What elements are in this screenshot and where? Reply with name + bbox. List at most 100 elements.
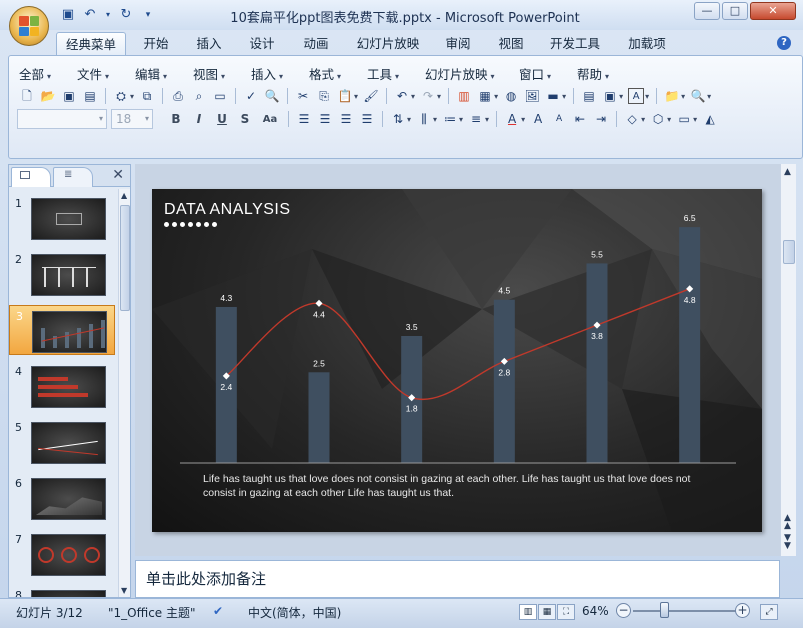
italic-button[interactable]: I — [190, 112, 208, 126]
undo-icon[interactable]: ↶ — [82, 7, 98, 23]
chevron-down-icon[interactable]: ▾ — [485, 115, 489, 124]
redo-icon[interactable]: ↷ — [420, 88, 436, 104]
font-color-icon[interactable]: A — [504, 111, 520, 127]
chart-bar[interactable] — [493, 299, 515, 463]
zoom-out-button[interactable]: − — [616, 603, 631, 618]
zoom-slider-handle[interactable] — [660, 602, 669, 618]
scrollbar-thumb[interactable] — [783, 240, 795, 264]
print-icon[interactable]: ⎙ — [170, 88, 186, 104]
save-icon[interactable]: ▣ — [61, 88, 77, 104]
scroll-up-icon[interactable]: ▲ — [121, 191, 127, 200]
arrange-icon[interactable]: ⬡ — [650, 111, 666, 127]
slide-scrollbar[interactable]: ▲ ▲ ▲ ▼ ▼ — [780, 164, 796, 556]
tab-insert[interactable]: 插入 — [189, 32, 229, 55]
format-painter-icon[interactable]: 🖌 — [363, 88, 379, 104]
research-icon[interactable]: 🔍 — [264, 88, 280, 104]
paste-icon[interactable]: 📋 — [337, 88, 353, 104]
chevron-down-icon[interactable]: ▾ — [681, 92, 685, 101]
attachment-icon[interactable]: ⧉ — [139, 88, 155, 104]
chevron-down-icon[interactable]: ▾ — [407, 115, 411, 124]
tab-home[interactable]: 开始 — [136, 32, 176, 55]
thumbnail-scrollbar[interactable]: ▲ ▼ — [118, 189, 130, 597]
align-left-icon[interactable]: ☰ — [296, 111, 312, 127]
tab-slides[interactable] — [11, 167, 51, 187]
quick-styles-icon[interactable]: ▭ — [676, 111, 692, 127]
copy-icon[interactable]: ⎘ — [316, 88, 332, 104]
shapes-icon[interactable]: ◇ — [624, 111, 640, 127]
permission-icon[interactable]: ⛭ — [113, 88, 129, 104]
theme-name[interactable]: "1_Office 主题" — [108, 604, 196, 621]
office-button[interactable] — [9, 6, 49, 46]
insert-table-icon[interactable]: ▦ — [477, 88, 493, 104]
grow-font-icon[interactable]: A — [530, 111, 546, 127]
chevron-down-icon[interactable]: ▾ — [433, 115, 437, 124]
change-case-button[interactable]: Aa — [259, 114, 281, 125]
menu-window[interactable]: 窗口 ▾ — [519, 64, 551, 83]
slide-thumbnail[interactable]: 5 — [9, 417, 115, 467]
insert-chart-icon[interactable]: ▥ — [456, 88, 472, 104]
new-file-icon[interactable]: 🗋 — [19, 88, 35, 104]
tab-review[interactable]: 审阅 — [438, 32, 478, 55]
customize-qat-icon[interactable]: ▾ — [140, 7, 156, 23]
save-icon[interactable]: ▣ — [60, 7, 76, 23]
spell-check-icon[interactable]: ✔ — [213, 604, 223, 618]
zoom-level[interactable]: 64% — [582, 604, 609, 618]
bullets-icon[interactable]: ≡ — [468, 111, 484, 127]
slide-thumbnail[interactable]: 1 — [9, 193, 115, 243]
menu-slide-show[interactable]: 幻灯片放映 ▾ — [425, 64, 495, 83]
numbering-icon[interactable]: ≔ — [442, 111, 458, 127]
shrink-font-icon[interactable]: A — [551, 111, 567, 127]
chart-bar[interactable] — [679, 227, 701, 463]
zoom-in-button[interactable]: + — [735, 603, 750, 618]
scrollbar-thumb[interactable] — [120, 205, 130, 311]
tab-slide-show[interactable]: 幻灯片放映 — [350, 32, 426, 55]
page-setup-icon[interactable]: ▭ — [212, 88, 228, 104]
undo-dropdown-icon[interactable]: ▾ — [104, 7, 112, 23]
redo-icon[interactable]: ↻ — [118, 7, 134, 23]
tab-design[interactable]: 设计 — [242, 32, 282, 55]
slide-thumbnail[interactable]: 2 — [9, 249, 115, 299]
close-button[interactable]: ✕ — [750, 2, 796, 20]
chevron-down-icon[interactable]: ▾ — [521, 115, 525, 124]
shadow-button[interactable]: S — [236, 112, 254, 126]
maximize-button[interactable]: □ — [722, 2, 748, 20]
chevron-down-icon[interactable]: ▾ — [645, 92, 649, 101]
save-as-pdf-icon[interactable]: ▤ — [82, 88, 98, 104]
chevron-down-icon[interactable]: ▾ — [619, 92, 623, 101]
chevron-down-icon[interactable]: ▾ — [667, 115, 671, 124]
menu-edit[interactable]: 编辑 ▾ — [135, 64, 167, 83]
cut-icon[interactable]: ✂ — [295, 88, 311, 104]
slide-thumbnail-selected[interactable]: 3 — [9, 305, 115, 355]
slide-thumbnail[interactable]: 8 — [9, 585, 115, 597]
print-preview-icon[interactable]: ⌕ — [191, 88, 207, 104]
tab-view[interactable]: 视图 — [491, 32, 531, 55]
columns-icon[interactable]: ⫼ — [416, 111, 432, 127]
chevron-down-icon[interactable]: ▾ — [354, 92, 358, 101]
minimize-button[interactable]: — — [694, 2, 720, 20]
tab-developer[interactable]: 开发工具 — [543, 32, 607, 55]
font-size-combo[interactable]: 18 ▾ — [111, 109, 153, 129]
scroll-up-icon[interactable]: ▲ — [784, 168, 791, 177]
align-center-icon[interactable]: ☰ — [317, 111, 333, 127]
menu-help[interactable]: 帮助 ▾ — [577, 64, 609, 83]
underline-button[interactable]: U — [213, 112, 231, 126]
font-name-combo[interactable]: ▾ — [17, 109, 107, 129]
tab-add-ins[interactable]: 加载项 — [620, 32, 674, 55]
align-right-icon[interactable]: ☰ — [338, 111, 354, 127]
menu-all[interactable]: 全部 ▾ — [19, 64, 51, 83]
bold-button[interactable]: B — [167, 112, 185, 126]
language-indicator[interactable]: 中文(简体，中国) — [248, 604, 341, 621]
fit-to-window-button[interactable]: ⤢ — [760, 604, 778, 620]
chart-bar[interactable] — [586, 263, 608, 463]
line-point[interactable] — [315, 299, 323, 307]
undo-icon[interactable]: ↶ — [394, 88, 410, 104]
search-icon[interactable]: 🔍 — [690, 88, 706, 104]
menu-tools[interactable]: 工具 ▾ — [367, 64, 399, 83]
slide-sorter-button[interactable]: ▦ — [538, 604, 556, 620]
slide-canvas[interactable]: DATA ANALYSIS 4.3 2.5 3.5 4.5 5.5 6.5 2.4 4.4 1.… — [152, 189, 762, 532]
chart-bar[interactable] — [308, 372, 330, 463]
layout-icon[interactable]: ▣ — [602, 88, 618, 104]
tab-outline[interactable]: ≣ — [53, 167, 93, 187]
slide-show-button[interactable]: ⛶ — [557, 604, 575, 620]
slide-thumbnail[interactable]: 4 — [9, 361, 115, 411]
